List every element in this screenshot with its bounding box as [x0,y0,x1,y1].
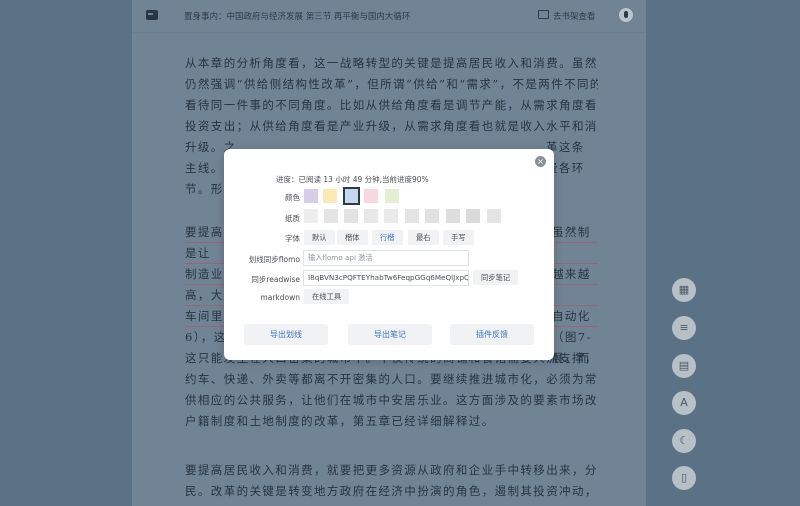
paper-texture-swatch[interactable] [405,209,419,223]
paper-texture-swatch[interactable] [304,209,318,223]
paper-texture-swatch[interactable] [425,209,439,223]
flomo-api-input[interactable]: 输入flomo api 激活 [303,250,469,266]
export-highlights-button[interactable]: 导出划线 [244,324,328,345]
paper-texture-swatch[interactable] [364,209,378,223]
font-option-kaiti[interactable]: 楷体 [337,230,368,245]
readwise-label: 同步readwise [251,275,300,284]
paper-texture-swatch[interactable] [487,209,501,223]
texture-label: 纸质 [285,214,300,223]
paper-texture-swatch[interactable] [384,209,398,223]
paper-texture-swatch[interactable] [466,209,480,223]
font-option-default[interactable]: 默认 [304,230,335,245]
color-swatch-green[interactable] [385,189,399,203]
settings-modal: × 进度：已阅读 13 小时 49 分钟,当前进度90% 颜色 纸质 字体 默认… [224,149,554,360]
reading-progress: 进度：已阅读 13 小时 49 分钟,当前进度90% [276,175,429,184]
markdown-label: markdown [260,293,300,302]
font-label: 字体 [285,234,300,243]
paper-texture-swatch[interactable] [324,209,338,223]
font-option-handwriting[interactable]: 手写 [443,230,474,245]
color-swatch-blue-selected[interactable] [343,187,360,205]
font-option-zuiyou[interactable]: 最右 [408,230,439,245]
color-swatch-pink[interactable] [364,189,378,203]
close-icon[interactable]: × [535,156,546,167]
font-option-xingkai[interactable]: 行楷 [372,230,403,245]
color-label: 颜色 [285,193,300,202]
online-tools-button[interactable]: 在线工具 [304,289,350,304]
paper-texture-swatch[interactable] [446,209,460,223]
paper-texture-swatch[interactable] [344,209,358,223]
readwise-token-input[interactable]: I8qBVN3cPQFTEYhabTw6FeqpGGq6MeQlJxpQO [303,270,469,286]
export-notes-button[interactable]: 导出笔记 [348,324,432,345]
sync-notes-button[interactable]: 同步笔记 [473,270,519,285]
plugin-feedback-button[interactable]: 插件反馈 [450,324,534,345]
color-swatch-yellow[interactable] [323,189,337,203]
color-swatch-purple[interactable] [304,189,318,203]
flomo-label: 划线同步flomo [248,255,300,264]
